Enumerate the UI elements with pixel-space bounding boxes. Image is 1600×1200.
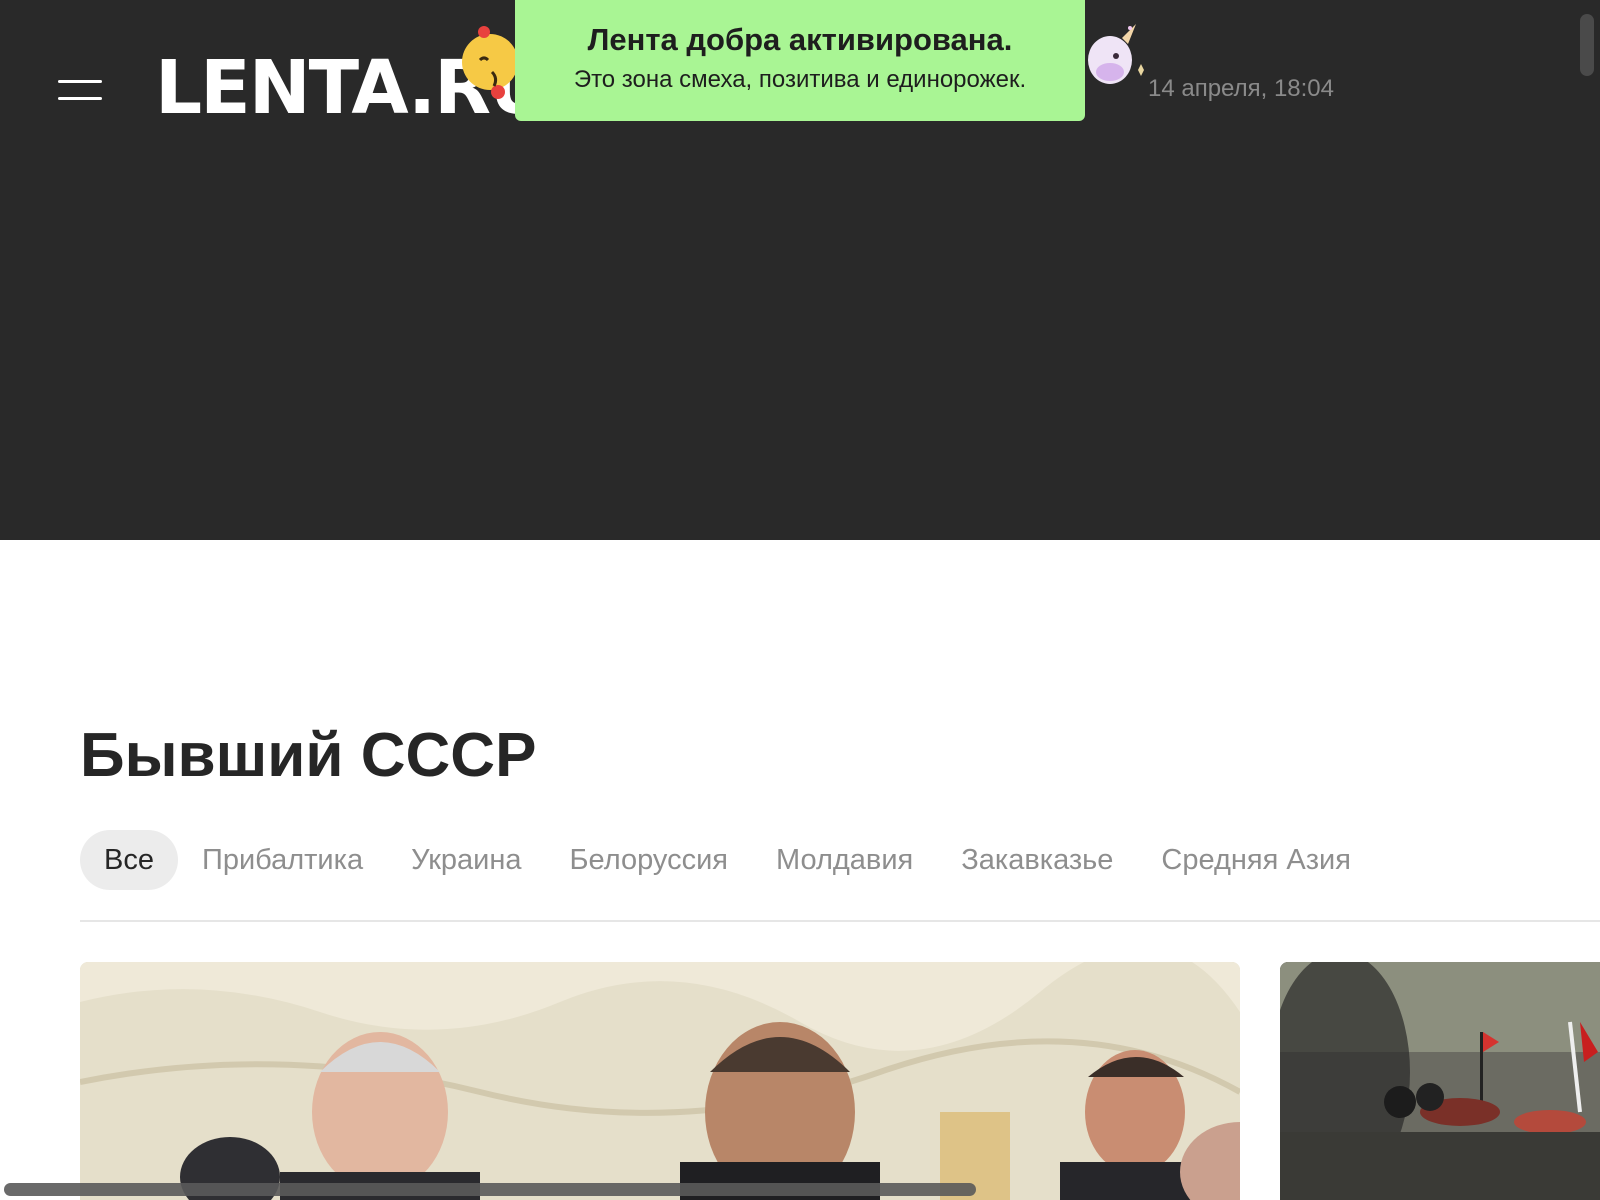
main-news-card-image[interactable] (80, 962, 1240, 1200)
tab-moldova[interactable]: Молдавия (752, 830, 937, 890)
vertical-scrollbar-thumb[interactable] (1580, 14, 1594, 76)
tabs-divider (80, 920, 1600, 922)
tab-ukraine[interactable]: Украина (387, 830, 545, 890)
tab-baltics[interactable]: Прибалтика (178, 830, 387, 890)
tab-central-asia[interactable]: Средняя Азия (1137, 830, 1375, 890)
group-photo (80, 962, 1240, 1200)
tab-belarus[interactable]: Белоруссия (546, 830, 752, 890)
current-datetime: 14 апреля, 18:04 (1148, 75, 1334, 102)
region-tabs: Все Прибалтика Украина Белоруссия Молдав… (80, 830, 1375, 890)
tab-all[interactable]: Все (80, 830, 178, 890)
protest-photo (1280, 962, 1600, 1200)
unicorn-mascot-icon (1088, 24, 1144, 84)
toast-title: Лента добра активирована. (587, 22, 1013, 57)
hamburger-menu-icon[interactable] (58, 78, 102, 102)
page-title: Бывший СССР (80, 721, 537, 790)
positive-mode-toast[interactable]: Лента добра активирована. Это зона смеха… (515, 0, 1085, 121)
toast-subtitle: Это зона смеха, позитива и единорожек. (573, 66, 1027, 93)
secondary-news-card-image[interactable] (1280, 962, 1600, 1200)
tab-transcaucasia[interactable]: Закавказье (937, 830, 1137, 890)
horizontal-scrollbar-thumb[interactable] (4, 1183, 976, 1196)
smiling-sun-mascot-icon (462, 26, 518, 99)
